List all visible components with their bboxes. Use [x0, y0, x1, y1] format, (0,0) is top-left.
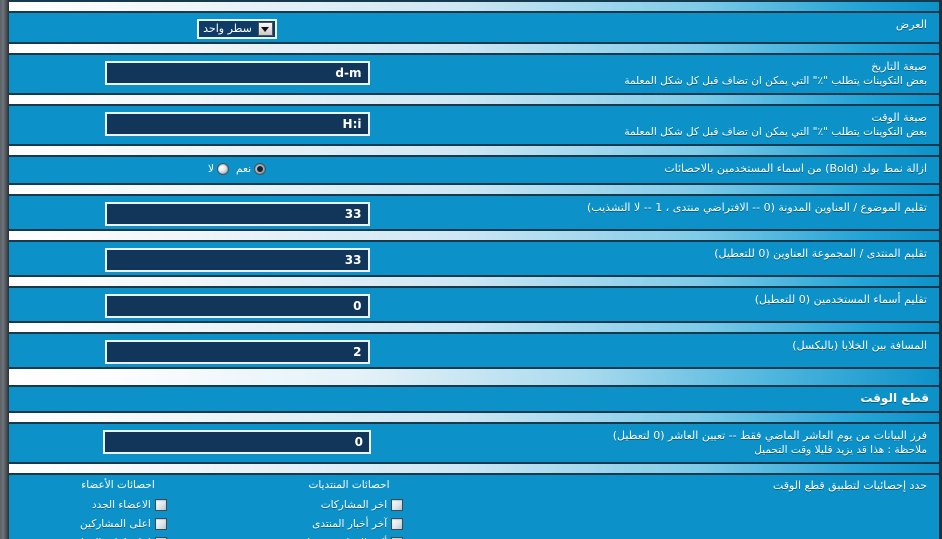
checkbox-label: الاعضاء الجدد [91, 498, 151, 511]
timecut-select-label: حدد إحصائيات لتطبيق قطع الوقت [772, 479, 927, 492]
separator-1 [9, 42, 939, 55]
section-title-timecut: قطع الوقت [9, 387, 939, 411]
row-trim-forum-titles-label: تقليم المنتدى / المجموعة العناوين (0 للت… [714, 247, 927, 260]
date-format-title: صيغة التاريخ [871, 60, 927, 73]
stats-column-forums-title: احصائات المنتديات [308, 479, 390, 491]
time-format-hint: بعض التكوينات يتطلب "٪" التي يمكن ان تضا… [624, 126, 927, 138]
row-remove-bold-label: ازالة نمط بولد (Bold) من اسماء المستخدمي… [664, 162, 927, 175]
row-display-label: العرض [895, 18, 927, 31]
display-mode-value: سطر واحد [203, 22, 252, 35]
list-item[interactable]: أكثر المواضيع مشاهدة [291, 533, 410, 539]
remove-bold-yes[interactable]: نعم [236, 163, 266, 175]
row-timecut-cutoff-label: فرز البيانات من يوم العاشر الماضي فقط --… [465, 427, 933, 459]
cell-spacing-input[interactable] [104, 340, 370, 364]
remove-bold-no-label: لا [208, 163, 215, 175]
radio-yes-icon[interactable] [254, 163, 266, 175]
separator-section-timecut [9, 367, 939, 387]
separator-5 [9, 229, 939, 242]
settings-page: العرض سطر واحد صيغة التاريخ بعض التكوينا… [9, 0, 939, 539]
date-format-input[interactable] [104, 61, 370, 85]
separator-7 [9, 321, 939, 334]
timecut-cutoff-input[interactable] [103, 430, 371, 454]
trim-usernames-input[interactable] [104, 294, 370, 318]
list-item[interactable]: اخر المشاركات [321, 495, 409, 514]
separator-6 [9, 275, 939, 288]
list-item[interactable]: اعلى كتاب المواضيع [63, 533, 173, 539]
chevron-down-icon[interactable] [257, 22, 273, 36]
row-time-format: صيغة الوقت بعض التكوينات يتطلب "٪" التي … [9, 106, 939, 144]
row-cell-spacing-control [9, 337, 465, 364]
stats-column-members-list: الاعضاء الجدد اعلى المشاركين اعلى كتاب ا… [63, 495, 173, 539]
row-trim-thread-titles: تقليم الموضوع / العناوين المدونة (0 -- ا… [9, 196, 939, 229]
separator-2 [9, 93, 939, 106]
timecut-stats-columns: احصائات المنتديات اخر المشاركات آخر أخبا… [9, 477, 465, 539]
stats-column-forums-list: اخر المشاركات آخر أخبار المنتدى أكثر الم… [289, 495, 409, 539]
row-timecut-cutoff: فرز البيانات من يوم العاشر الماضي فقط --… [9, 424, 939, 462]
separator-top [9, 0, 939, 13]
timecut-cutoff-title: فرز البيانات من يوم العاشر الماضي فقط --… [612, 429, 927, 442]
list-item[interactable]: اعلى المشاركين [80, 514, 173, 533]
row-trim-thread-titles-control [9, 199, 465, 226]
row-date-format-label: صيغة التاريخ بعض التكوينات يتطلب "٪" الت… [465, 58, 933, 90]
row-time-format-control [9, 109, 465, 136]
separator-8 [9, 411, 939, 424]
row-timecut-cutoff-control [9, 427, 465, 454]
separator-3 [9, 144, 939, 157]
row-remove-bold-control: نعم لا [9, 160, 465, 175]
timecut-cutoff-hint: ملاحظة : هذا قد يزيد قليلا وقت التحميل [754, 444, 927, 456]
time-format-title: صيغة الوقت [871, 111, 927, 124]
row-remove-bold: ازالة نمط بولد (Bold) من اسماء المستخدمي… [9, 157, 939, 183]
left-gutter-scrollbar[interactable] [0, 0, 9, 539]
separator-9 [9, 462, 939, 475]
radio-no-icon[interactable] [217, 163, 230, 175]
checkbox-icon[interactable] [391, 498, 404, 511]
row-date-format-control [9, 58, 465, 85]
remove-bold-radio-group: نعم لا [208, 163, 266, 175]
settings-screen: العرض سطر واحد صيغة التاريخ بعض التكوينا… [0, 0, 942, 539]
row-trim-usernames-label: تقليم أسماء المستخدمين (0 للتعطيل) [754, 293, 927, 306]
list-item[interactable]: الاعضاء الجدد [92, 495, 173, 514]
stats-column-members: احصائات الأعضاء الاعضاء الجدد اعلى المشا… [9, 477, 233, 539]
remove-bold-no[interactable]: لا [208, 163, 230, 175]
row-time-format-label: صيغة الوقت بعض التكوينات يتطلب "٪" التي … [465, 109, 933, 141]
row-trim-forum-titles-control [9, 245, 465, 272]
checkbox-label: اعلى كتاب المواضيع [63, 536, 151, 539]
checkbox-icon[interactable] [391, 517, 404, 530]
row-trim-thread-titles-label: تقليم الموضوع / العناوين المدونة (0 -- ا… [587, 201, 927, 214]
checkbox-label: اعلى المشاركين [80, 517, 151, 530]
checkbox-label: آخر أخبار المنتدى [312, 517, 388, 530]
trim-forum-titles-input[interactable] [104, 248, 370, 272]
checkbox-label: اخر المشاركات [320, 498, 388, 511]
row-cell-spacing: المسافة بين الخلايا (بالبكسل) [9, 334, 939, 367]
separator-4 [9, 183, 939, 196]
display-mode-dropdown[interactable]: سطر واحد [197, 19, 277, 39]
row-trim-usernames: تقليم أسماء المستخدمين (0 للتعطيل) [9, 288, 939, 321]
row-display-control: سطر واحد [9, 16, 465, 39]
checkbox-label: أكثر المواضيع مشاهدة [291, 536, 388, 539]
remove-bold-yes-label: نعم [236, 163, 251, 175]
list-item[interactable]: آخر أخبار المنتدى [312, 514, 409, 533]
stats-column-forums: احصائات المنتديات اخر المشاركات آخر أخبا… [233, 477, 465, 539]
row-cell-spacing-label: المسافة بين الخلايا (بالبكسل) [792, 339, 927, 352]
trim-thread-titles-input[interactable] [104, 202, 370, 226]
row-display: العرض سطر واحد [9, 13, 939, 42]
checkbox-icon[interactable] [154, 498, 167, 511]
checkbox-icon[interactable] [154, 517, 167, 530]
row-trim-usernames-control [9, 291, 465, 318]
timecut-stats-selector: حدد إحصائيات لتطبيق قطع الوقت احصائات ال… [9, 475, 939, 539]
date-format-hint: بعض التكوينات يتطلب "٪" التي يمكن ان تضا… [624, 75, 927, 87]
stats-column-members-title: احصائات الأعضاء [81, 479, 155, 491]
row-date-format: صيغة التاريخ بعض التكوينات يتطلب "٪" الت… [9, 55, 939, 93]
row-trim-forum-titles: تقليم المنتدى / المجموعة العناوين (0 للت… [9, 242, 939, 275]
time-format-input[interactable] [104, 112, 370, 136]
